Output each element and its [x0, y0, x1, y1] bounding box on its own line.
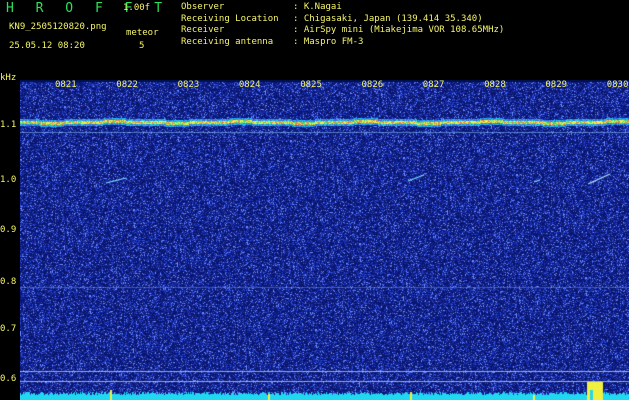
time-tick-label: 0825	[300, 80, 322, 90]
time-tick-label: 0822	[116, 80, 138, 90]
time-tick-label: 0828	[484, 80, 506, 90]
info-row-antenna: Receiving antenna : Maspro FM-3	[181, 37, 504, 49]
frequency-tick-label: 0.8	[0, 277, 17, 287]
info-row-receiver: Receiver : AirSpy mini (Miakejima VOR 10…	[181, 25, 504, 37]
time-tick-label: 0821	[55, 80, 77, 90]
datetime-label: 25.05.12 08:20	[9, 41, 85, 51]
spectrogram-canvas	[20, 80, 629, 400]
time-tick-label: 0824	[238, 80, 261, 90]
info-row-observer: Observer : K.Nagai	[181, 2, 504, 14]
frequency-tick-label: 1.1	[0, 120, 17, 130]
time-tick-label: 0829	[545, 80, 568, 90]
frequency-tick-label: 0.7	[0, 324, 17, 334]
time-tick-label: 0827	[422, 80, 445, 90]
time-tick-label: 0826	[361, 80, 384, 90]
info-key: Receiving Location	[181, 13, 279, 24]
station-info: Observer : K.Nagai Receiving Location : …	[181, 2, 504, 48]
info-key: Observer	[181, 2, 225, 12]
info-row-location: Receiving Location : Chigasaki, Japan (1…	[181, 14, 504, 26]
time-tick-label: 0823	[177, 80, 200, 90]
frequency-tick-label: 0.6	[0, 374, 17, 384]
frequency-unit-label: kHz	[0, 73, 17, 83]
meteor-count-label: meteor	[126, 28, 159, 38]
version-label: 1.00f	[123, 3, 151, 13]
info-value: : Maspro FM-3	[293, 36, 364, 47]
info-key: Receiving antenna	[181, 36, 274, 47]
info-value: : AirSpy mini (Miakejima VOR 108.65MHz)	[293, 25, 505, 35]
info-key: Receiver	[181, 25, 225, 35]
meteor-count-value: 5	[139, 41, 145, 51]
frequency-tick-label: 1.0	[0, 175, 17, 185]
filename-label: KN9_2505120820.png	[9, 22, 107, 32]
frequency-tick-label: 0.9	[0, 225, 17, 235]
time-tick-label: 0830	[606, 80, 629, 90]
info-value: : Chigasaki, Japan (139.414 35.340)	[293, 13, 483, 24]
info-value: : K.Nagai	[293, 2, 342, 12]
